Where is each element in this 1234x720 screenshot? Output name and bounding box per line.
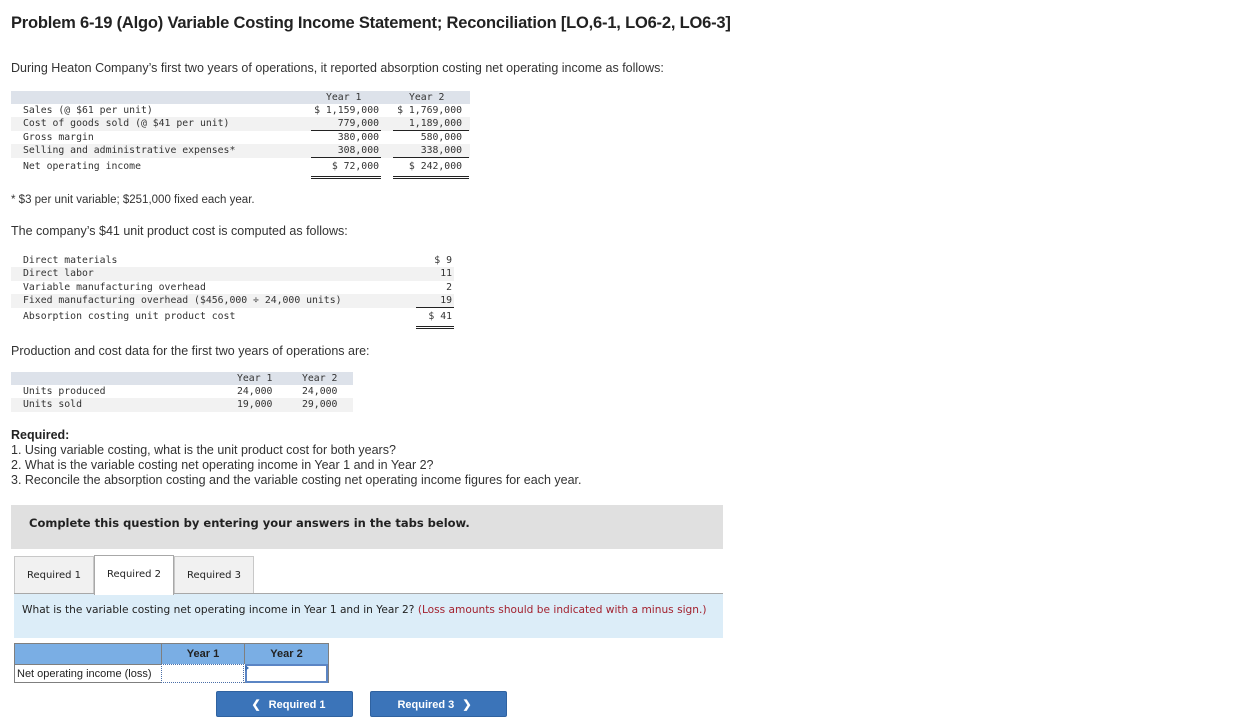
- table-row: Cost of goods sold (@ $41 per unit) 779,…: [11, 117, 470, 131]
- year1-value: 779,000: [337, 118, 379, 130]
- year1-value: 308,000: [337, 145, 379, 157]
- double-underline: [393, 175, 469, 179]
- row-value: 2: [446, 281, 452, 293]
- column-header-year2: Year 2: [409, 92, 445, 103]
- row-label: Units sold: [23, 399, 82, 411]
- next-button-label: Required 3: [397, 699, 455, 711]
- tab-required-1[interactable]: Required 1: [14, 556, 94, 594]
- row-label: Direct materials: [23, 255, 118, 266]
- chevron-right-icon: ❯: [462, 699, 472, 711]
- row-value: 11: [440, 268, 452, 280]
- row-label: Direct labor: [23, 268, 94, 280]
- table-header-row: Year 1 Year 2: [11, 91, 470, 104]
- row-label: Absorption costing unit product cost: [23, 310, 236, 322]
- table-header-row: Year 1 Year 2: [11, 372, 353, 385]
- table-row: Gross margin 380,000 580,000: [11, 131, 470, 144]
- instruction-banner: Complete this question by entering your …: [11, 505, 723, 549]
- year2-value: $ 242,000: [408, 160, 462, 172]
- table-row: Net operating income $ 72,000 $ 242,000: [11, 158, 470, 179]
- intro-text: During Heaton Company’s first two years …: [11, 61, 664, 75]
- table-row: Fixed manufacturing overhead ($456,000 ÷…: [11, 294, 454, 308]
- year2-value: 338,000: [420, 145, 462, 157]
- question-note: (Loss amounts should be indicated with a…: [417, 604, 707, 616]
- year2-value: $ 1,769,000: [397, 105, 462, 116]
- cell-marker-icon: [245, 665, 249, 671]
- required-section: Required: 1. Using variable costing, wha…: [11, 428, 581, 488]
- table-row: Direct labor 11: [11, 267, 454, 281]
- row-label-net-operating-income: Net operating income (loss): [15, 664, 161, 683]
- row-value: 19: [440, 295, 452, 307]
- question-box: What is the variable costing net operati…: [14, 594, 723, 638]
- required-item-3: 3. Reconcile the absorption costing and …: [11, 473, 582, 487]
- unit-cost-intro: The company’s $41 unit product cost is c…: [11, 224, 348, 238]
- row-label: Units produced: [23, 386, 106, 397]
- income-statement-table: Year 1 Year 2 Sales (@ $61 per unit) $ 1…: [11, 91, 470, 179]
- instruction-text: Complete this question by entering your …: [29, 516, 470, 530]
- year1-value: $ 1,159,000: [314, 105, 379, 116]
- year2-value: 29,000: [302, 399, 338, 411]
- column-header-year1: Year 1: [326, 92, 362, 103]
- table-row: Units sold 19,000 29,000: [11, 398, 353, 412]
- row-label: Selling and administrative expenses*: [23, 145, 236, 157]
- year1-value: 380,000: [337, 131, 379, 143]
- table-row: Sales (@ $61 per unit) $ 1,159,000 $ 1,7…: [11, 104, 470, 117]
- year1-value: $ 72,000: [331, 160, 379, 172]
- row-label: Net operating income: [23, 160, 141, 172]
- table-row: Units produced 24,000 24,000: [11, 385, 353, 398]
- table-row: Selling and administrative expenses* 308…: [11, 144, 470, 158]
- year2-value: 24,000: [302, 386, 338, 397]
- required-heading: Required:: [11, 428, 70, 442]
- year1-net-operating-income-input[interactable]: [161, 664, 244, 683]
- table-row: Variable manufacturing overhead 2: [11, 281, 454, 294]
- column-header-year2: Year 2: [302, 373, 338, 384]
- tab-required-2[interactable]: Required 2: [94, 555, 174, 595]
- year2-net-operating-income-input[interactable]: [245, 664, 328, 683]
- row-value: $ 9: [434, 255, 452, 266]
- row-label: Fixed manufacturing overhead ($456,000 ÷…: [23, 295, 342, 307]
- column-header-year1: Year 1: [237, 373, 273, 384]
- year2-value: 1,189,000: [408, 118, 462, 130]
- question-text: What is the variable costing net operati…: [22, 604, 415, 616]
- prev-button-label: Required 1: [268, 699, 326, 711]
- answer-table: Year 1 Year 2 Net operating income (loss…: [14, 643, 329, 683]
- table-row: Absorption costing unit product cost $ 4…: [11, 308, 454, 329]
- row-value: $ 41: [428, 310, 452, 322]
- column-header-year2: Year 2: [244, 644, 328, 664]
- table-row: Direct materials $ 9: [11, 254, 454, 267]
- unit-cost-table: Direct materials $ 9 Direct labor 11 Var…: [11, 254, 454, 329]
- problem-title: Problem 6-19 (Algo) Variable Costing Inc…: [11, 14, 731, 32]
- row-label: Sales (@ $61 per unit): [23, 105, 153, 116]
- production-table: Year 1 Year 2 Units produced 24,000 24,0…: [11, 372, 353, 412]
- row-label: Cost of goods sold (@ $41 per unit): [23, 118, 230, 130]
- year2-value: 580,000: [420, 131, 462, 143]
- next-required-3-button[interactable]: Required 3 ❯: [370, 691, 507, 717]
- footnote: * $3 per unit variable; $251,000 fixed e…: [11, 194, 255, 206]
- double-underline: [416, 325, 454, 329]
- chevron-left-icon: ❮: [251, 699, 261, 711]
- double-underline: [311, 175, 381, 179]
- required-item-2: 2. What is the variable costing net oper…: [11, 458, 434, 472]
- year1-value: 19,000: [237, 399, 273, 411]
- required-item-1: 1. Using variable costing, what is the u…: [11, 443, 396, 457]
- tab-required-3[interactable]: Required 3: [174, 556, 254, 594]
- production-intro: Production and cost data for the first t…: [11, 344, 370, 358]
- previous-required-1-button[interactable]: ❮ Required 1: [216, 691, 353, 717]
- year1-value: 24,000: [237, 386, 273, 397]
- row-label: Gross margin: [23, 131, 94, 143]
- row-label: Variable manufacturing overhead: [23, 281, 206, 293]
- column-header-year1: Year 1: [161, 644, 244, 664]
